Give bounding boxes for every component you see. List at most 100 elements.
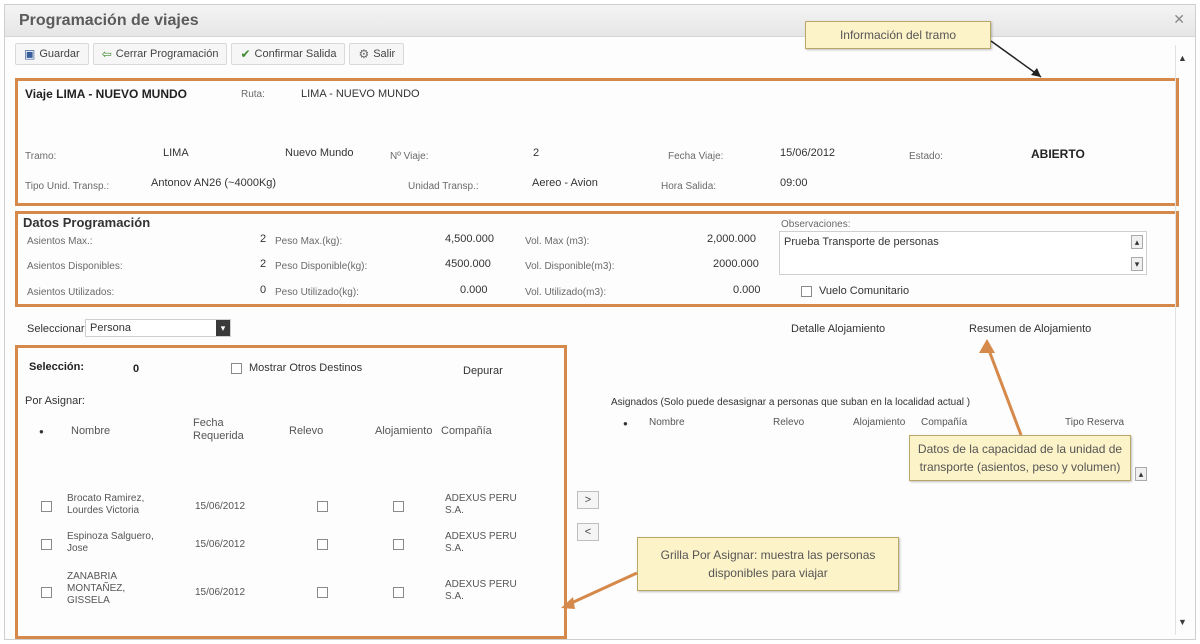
row-date: 15/06/2012: [195, 587, 246, 598]
table-row[interactable]: Espinoza Salguero, Jose 15/06/2012 ADEXU…: [35, 531, 563, 565]
select-type-dropdown[interactable]: Persona ▾: [85, 319, 231, 337]
status-value: ABIERTO: [1031, 147, 1085, 161]
save-button[interactable]: ▣ Guardar: [15, 43, 89, 65]
assigned-title: Asignados (Solo puede desasignar a perso…: [611, 397, 971, 408]
select-type-value: Persona: [90, 322, 131, 334]
row-company: ADEXUS PERU S.A.: [445, 579, 517, 602]
unassign-button[interactable]: <: [577, 523, 599, 541]
weight-max-value: 4,500.000: [445, 233, 494, 245]
row-date: 15/06/2012: [195, 539, 246, 550]
row-checkbox[interactable]: [41, 587, 52, 598]
row-name: Brocato Ramirez, Lourdes Victoria: [67, 493, 145, 516]
volume-available-label: Vol. Disponible(m3):: [525, 261, 615, 272]
col-name-header[interactable]: Nombre: [71, 425, 110, 437]
assigned-col-type[interactable]: Tipo Reserva: [1065, 417, 1124, 428]
row-accommodation-checkbox[interactable]: [393, 501, 404, 512]
col-accommodation-header[interactable]: Alojamiento: [375, 425, 432, 437]
trip-date-value: 15/06/2012: [780, 147, 836, 159]
capacity-callout: Datos de la capacidad de la unidad de tr…: [909, 435, 1131, 481]
community-flight-label: Vuelo Comunitario: [819, 285, 910, 297]
col-date-header[interactable]: Fecha Requerida: [193, 417, 267, 443]
row-relief-checkbox[interactable]: [317, 587, 328, 598]
confirm-departure-button[interactable]: ✔ Confirmar Salida: [231, 43, 346, 65]
assigned-scroll-button[interactable]: ▴: [1135, 467, 1147, 481]
seats-used-label: Asientos Utilizados:: [27, 287, 115, 298]
assigned-sort-icon: ●: [623, 419, 628, 428]
show-other-destinations-label: Mostrar Otros Destinos: [249, 362, 363, 374]
assigned-col-relief[interactable]: Relevo: [773, 417, 804, 428]
volume-max-value: 2,000.000: [707, 233, 756, 245]
selection-count: 0: [133, 363, 140, 375]
trip-date-label: Fecha Viaje:: [668, 151, 724, 162]
floppy-disk-icon: ▣: [24, 47, 36, 61]
table-row[interactable]: ZANABRIA MONTAÑEZ, GISSELA 15/06/2012 AD…: [35, 571, 563, 619]
assigned-col-accommodation[interactable]: Alojamiento: [853, 417, 905, 428]
transport-type-label: Tipo Unid. Transp.:: [25, 181, 110, 192]
row-checkbox[interactable]: [41, 501, 52, 512]
weight-max-label: Peso Max.(kg):: [275, 236, 343, 247]
col-company-header[interactable]: Compañía: [441, 425, 492, 437]
row-date: 15/06/2012: [195, 501, 246, 512]
scroll-up-arrow-icon[interactable]: ▲: [1178, 53, 1187, 63]
title-bar: Programación de viajes ✕: [5, 5, 1195, 37]
observations-textarea[interactable]: Prueba Transporte de personas: [779, 231, 1147, 275]
chevron-down-icon: ▾: [216, 320, 230, 336]
confirm-departure-label: Confirmar Salida: [254, 48, 337, 60]
grid-callout: Grilla Por Asignar: muestra las personas…: [637, 537, 899, 591]
close-programming-label: Cerrar Programación: [115, 48, 219, 60]
trip-number-value: 2: [533, 147, 540, 159]
programming-title: Datos Programación: [23, 215, 151, 230]
route-value: LIMA - NUEVO MUNDO: [301, 88, 420, 100]
arrow-left-icon: ⇦: [101, 47, 112, 61]
depurar-link[interactable]: Depurar: [463, 365, 503, 377]
transport-unit-value: Aereo - Avion: [532, 177, 598, 189]
show-other-destinations-checkbox[interactable]: [231, 363, 242, 374]
table-row[interactable]: Brocato Ramirez, Lourdes Victoria 15/06/…: [35, 493, 563, 527]
row-relief-checkbox[interactable]: [317, 501, 328, 512]
tramo-destination: Nuevo Mundo: [285, 147, 354, 159]
assigned-col-company[interactable]: Compañía: [921, 417, 967, 428]
volume-used-label: Vol. Utilizado(m3):: [525, 287, 607, 298]
trip-number-label: Nº Viaje:: [390, 151, 429, 162]
observations-label: Observaciones:: [781, 219, 851, 230]
save-label: Guardar: [39, 48, 80, 60]
assigned-col-name[interactable]: Nombre: [649, 417, 685, 428]
scroll-down-arrow-icon[interactable]: ▼: [1178, 617, 1187, 627]
weight-available-label: Peso Disponible(kg):: [275, 261, 368, 272]
row-accommodation-checkbox[interactable]: [393, 539, 404, 550]
tramo-origin: LIMA: [163, 147, 189, 159]
checkmark-icon: ✔: [240, 47, 251, 61]
departure-time-label: Hora Salida:: [661, 181, 717, 192]
accommodation-detail-link[interactable]: Detalle Alojamiento: [791, 323, 885, 335]
select-type-label: Seleccionar:: [27, 323, 88, 335]
tramo-label: Tramo:: [25, 151, 57, 162]
exit-label: Salir: [373, 48, 396, 60]
seats-available-value: 2: [260, 258, 267, 270]
close-programming-button[interactable]: ⇦ Cerrar Programación: [92, 43, 228, 65]
col-relief-header[interactable]: Relevo: [289, 425, 323, 437]
community-flight-checkbox[interactable]: [801, 286, 812, 297]
accommodation-summary-link[interactable]: Resumen de Alojamiento: [969, 323, 1091, 335]
sort-icon: ●: [39, 427, 44, 436]
assign-button[interactable]: >: [577, 491, 599, 509]
trip-header: Viaje LIMA - NUEVO MUNDO: [25, 87, 188, 101]
row-accommodation-checkbox[interactable]: [393, 587, 404, 598]
row-relief-checkbox[interactable]: [317, 539, 328, 550]
toolbar: ▣ Guardar ⇦ Cerrar Programación ✔ Confir…: [5, 39, 1195, 69]
scroll-up-button[interactable]: ▴: [1131, 235, 1143, 249]
main-scrollbar[interactable]: ▲ ▼: [1175, 45, 1189, 635]
volume-available-value: 2000.000: [713, 258, 759, 270]
exit-button[interactable]: ⚙ Salir: [349, 43, 405, 65]
seats-max-label: Asientos Max.:: [27, 236, 93, 247]
scroll-down-button[interactable]: ▾: [1131, 257, 1143, 271]
transport-type-value: Antonov AN26 (~4000Kg): [151, 177, 277, 189]
departure-time-value: 09:00: [780, 177, 808, 189]
close-icon[interactable]: ✕: [1173, 11, 1185, 28]
exit-icon: ⚙: [358, 47, 370, 61]
observations-text: Prueba Transporte de personas: [784, 236, 939, 248]
selection-label: Selección:: [29, 361, 85, 373]
volume-used-value: 0.000: [733, 284, 761, 296]
seats-available-label: Asientos Disponibles:: [27, 261, 123, 272]
unassigned-title: Por Asignar:: [25, 395, 85, 407]
row-checkbox[interactable]: [41, 539, 52, 550]
